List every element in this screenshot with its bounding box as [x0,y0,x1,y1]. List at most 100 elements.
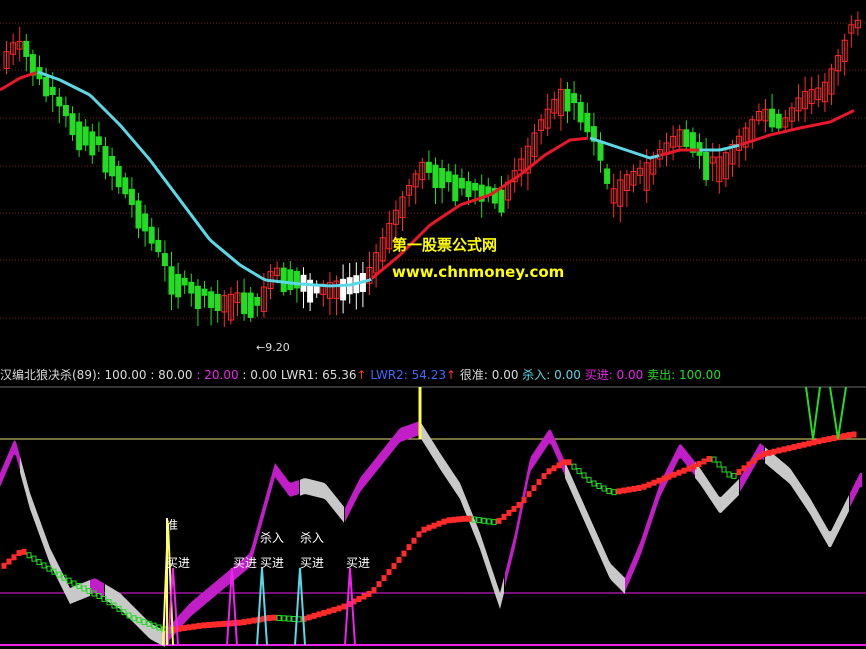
lwr-bar [311,612,317,619]
signal-maijin-label-1: 买进 [166,556,191,570]
candle [142,213,149,232]
sell-v-marker [805,386,821,440]
lwr-bar [246,618,252,625]
candle [128,188,135,205]
candle [69,113,76,136]
lwr-bar [561,459,567,466]
candle [188,281,195,294]
candle [122,177,129,195]
lwr-bar [186,624,192,631]
candle [769,108,776,128]
lwr-bar [481,517,487,524]
lwr-bar [501,513,507,520]
lwr-bar [636,485,642,491]
candle [577,101,584,123]
lwr-bar [511,505,517,512]
lwr-bar [291,615,297,622]
candle [254,296,261,306]
candle [458,177,465,189]
moving-average-line [0,71,37,92]
legend-p3: : 20.00 [196,368,239,382]
candle [95,136,102,146]
lwr-bar [816,438,822,445]
legend-p1: : 100.00 [96,368,147,382]
lwr-bar [371,587,377,594]
candle [201,288,208,296]
lwr-bar [656,477,662,484]
lwr-bar [576,468,582,475]
lwr-bar [616,488,622,495]
lwr-bar [841,433,847,440]
lwr-bar [21,548,27,555]
lwr-bar [761,451,767,458]
lwr-bar [391,563,397,570]
lwr-bar [216,621,222,628]
lwr-bar [756,453,762,460]
lwr-bar [386,569,392,576]
lwr-bar [736,469,742,476]
lwr-bar [726,471,732,478]
lwr-bar [461,515,467,522]
lwr-bar [376,581,382,588]
lwr-bar [741,465,747,472]
candle [564,88,571,112]
lwr-bar [331,606,337,613]
candle [293,270,300,289]
candle [445,171,452,183]
legend-hen-zhun: 很准: 0.00 [459,368,519,382]
candle [247,292,254,318]
lwr-bar [771,448,777,455]
signal-spike [256,567,268,646]
candle [571,93,578,104]
signal-sharu-label-2: 杀入 [300,531,325,545]
lwr-bar [691,463,697,470]
legend-mai-chu: 卖出: 100.00 [647,368,721,382]
lwr-bar [341,603,347,610]
lwr-bar [716,461,722,468]
lwr-bar [711,456,717,463]
lwr-bar [806,440,812,447]
candle [465,181,472,198]
lwr-bar [326,608,332,615]
lwr-bar [6,558,12,565]
candle [43,77,50,97]
lwr-bar [686,465,692,472]
lwr-bar [706,456,712,462]
candle [194,285,201,309]
indicator-legend: 汉编北狼决杀(89): 100.00 : 80.00 : 20.00 : 0.0… [0,367,866,383]
candlestick-chart [0,11,866,328]
lwr-bar [406,544,412,551]
lwr-bar [776,447,782,454]
legend-lwr1-arrow: ↑ [356,368,367,382]
candle [472,183,479,191]
lwr-bar [601,485,607,492]
candle [432,164,439,188]
lwr-bar [766,449,772,456]
candle [89,131,96,156]
lwr-bar [211,621,217,628]
lwr-bar [731,472,737,479]
candle [168,266,175,295]
candle [135,200,142,229]
watermark-line1: 第一股票公式网 [392,236,498,254]
oscillator-ribbon [420,421,504,609]
lwr-bar [531,485,537,492]
oscillator-ribbon [850,473,862,507]
lwr-bar [631,485,637,492]
lwr-bar [606,488,612,494]
lwr-bar [851,431,857,438]
candle [23,40,30,57]
lwr-bar [566,459,572,466]
moving-average-line [37,70,372,288]
lwr-bar [366,591,372,597]
lwr-bar [826,436,832,443]
lwr-bar [551,465,557,472]
lwr-bar [581,472,587,479]
lwr-bar [401,550,407,557]
lwr-bar [31,555,37,562]
candle [604,168,611,184]
lwr-bar [701,458,707,465]
lwr-bar [651,479,657,486]
lwr-bar [441,518,447,525]
lwr-bar [666,473,672,480]
